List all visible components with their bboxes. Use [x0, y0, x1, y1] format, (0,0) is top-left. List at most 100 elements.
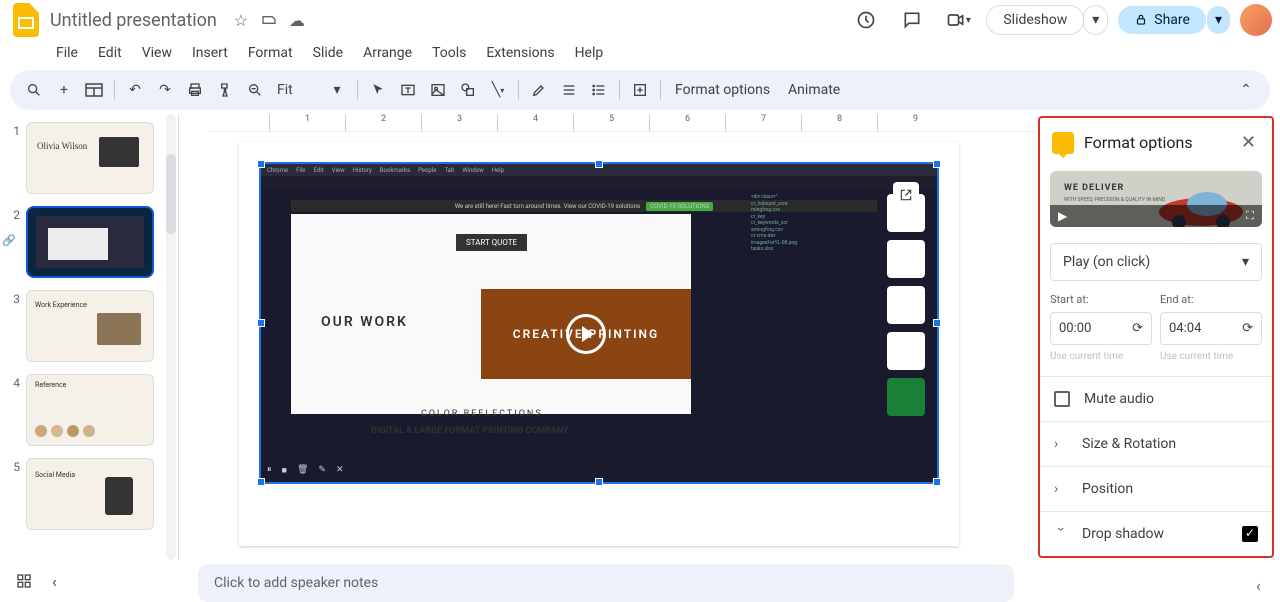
slide-thumbnail-3[interactable]: Work Experience	[26, 290, 154, 362]
print-button[interactable]	[181, 76, 209, 104]
refresh-icon[interactable]: ⟳	[1242, 321, 1253, 336]
user-avatar[interactable]	[1240, 4, 1272, 36]
start-time-input[interactable]: 00:00 ⟳	[1050, 312, 1152, 345]
vertical-ruler	[179, 132, 209, 560]
pen-tool[interactable]	[525, 76, 553, 104]
close-icon: ✕	[336, 465, 344, 476]
zoom-dropdown[interactable]: ▾	[323, 76, 351, 104]
slide-thumbnail-5[interactable]: Social Media	[26, 458, 154, 530]
end-time-input[interactable]: 04:04 ⟳	[1160, 312, 1262, 345]
insert-tool[interactable]	[626, 76, 654, 104]
trash-icon: 🗑	[297, 465, 308, 476]
pause-icon: ⏸	[267, 465, 272, 476]
refresh-icon[interactable]: ⟳	[1132, 321, 1143, 336]
format-options-panel: Format options ✕ WE DELIVER WITH SPEED, …	[1038, 116, 1274, 558]
start-at-label: Start at:	[1050, 293, 1152, 306]
slide-thumbnail-1[interactable]: Olivia Wilson	[26, 122, 154, 194]
meet-icon[interactable]: ▾	[940, 2, 976, 38]
align-tool[interactable]	[555, 76, 583, 104]
menu-edit[interactable]: Edit	[90, 43, 130, 63]
paint-format-button[interactable]	[211, 76, 239, 104]
preview-fullscreen-icon[interactable]: ⛶	[1246, 209, 1254, 223]
menu-file[interactable]: File	[48, 43, 86, 63]
zoom-button[interactable]	[241, 76, 269, 104]
text-box-tool[interactable]	[394, 76, 422, 104]
menu-extensions[interactable]: Extensions	[478, 43, 562, 63]
chevron-down-icon: ▾	[1242, 254, 1249, 270]
horizontal-ruler: 123456789	[209, 114, 1036, 132]
preview-play-icon[interactable]: ▶	[1058, 209, 1067, 223]
footer: ‹	[0, 560, 180, 602]
use-current-hint[interactable]: Use current time	[1050, 351, 1152, 362]
zoom-level[interactable]: Fit	[271, 76, 321, 104]
slide-canvas[interactable]: ChromeFileEditViewHistoryBookmarksPeople…	[239, 142, 959, 546]
slide-number: 1	[6, 122, 20, 194]
slide-thumbnail-4[interactable]: Reference	[26, 374, 154, 446]
image-tool[interactable]	[424, 76, 452, 104]
grid-view-icon[interactable]	[16, 573, 32, 589]
explore-icon[interactable]: ‹	[1256, 576, 1274, 594]
popout-icon[interactable]	[893, 182, 919, 208]
app-header: Untitled presentation ☆ ☁ ▾ Slideshow ▾ …	[0, 0, 1280, 40]
filmstrip-scrollbar[interactable]	[166, 114, 176, 560]
format-options-button[interactable]: Format options	[667, 82, 778, 98]
menu-help[interactable]: Help	[567, 43, 612, 63]
shadow-checkbox[interactable]	[1242, 526, 1258, 542]
pen-icon: ✎	[318, 465, 326, 476]
position-section[interactable]: › Position	[1040, 466, 1272, 511]
slide-thumbnail-2[interactable]	[26, 206, 154, 278]
play-mode-select[interactable]: Play (on click) ▾	[1050, 243, 1262, 281]
speaker-notes[interactable]: Click to add speaker notes	[198, 564, 1014, 602]
video-object[interactable]: ChromeFileEditViewHistoryBookmarksPeople…	[259, 162, 939, 484]
slides-logo[interactable]	[8, 2, 44, 38]
list-tool[interactable]	[585, 76, 613, 104]
slideshow-button[interactable]: Slideshow	[986, 5, 1084, 35]
toolbar: + ↶ ↷ Fit ▾ ╲ ▾ Format options Animate ⌃	[10, 70, 1270, 110]
video-preview[interactable]: WE DELIVER WITH SPEED, PRECISION & QUALI…	[1050, 171, 1262, 227]
panel-title: Format options	[1084, 133, 1227, 152]
line-tool[interactable]: ╲ ▾	[484, 76, 512, 104]
use-current-hint[interactable]: Use current time	[1160, 351, 1262, 362]
cloud-icon[interactable]: ☁	[287, 10, 307, 30]
redo-button[interactable]: ↷	[151, 76, 179, 104]
menu-slide[interactable]: Slide	[305, 43, 351, 63]
menu-arrange[interactable]: Arrange	[355, 43, 420, 63]
mute-checkbox[interactable]	[1054, 391, 1070, 407]
menu-format[interactable]: Format	[240, 43, 301, 63]
chevron-right-icon: ›	[1054, 481, 1068, 497]
doc-title[interactable]: Untitled presentation	[44, 8, 223, 33]
comments-icon[interactable]	[894, 2, 930, 38]
search-icon[interactable]	[20, 76, 48, 104]
slide-number: 5	[6, 458, 20, 530]
menu-insert[interactable]: Insert	[184, 43, 236, 63]
slide-number: 3	[6, 290, 20, 362]
collapse-filmstrip-icon[interactable]: ‹	[52, 572, 57, 591]
drop-shadow-section[interactable]: › Drop shadow	[1040, 511, 1272, 556]
stop-icon: ■	[282, 465, 287, 476]
layout-button[interactable]	[80, 76, 108, 104]
star-icon[interactable]: ☆	[231, 10, 251, 30]
menubar: File Edit View Insert Format Slide Arran…	[0, 40, 1280, 66]
end-at-label: End at:	[1160, 293, 1262, 306]
animate-button[interactable]: Animate	[780, 82, 848, 98]
collapse-toolbar-icon[interactable]: ⌃	[1232, 76, 1260, 104]
share-button[interactable]: Share	[1118, 6, 1206, 34]
mute-audio-row[interactable]: Mute audio	[1040, 377, 1272, 421]
share-label: Share	[1154, 12, 1190, 28]
move-icon[interactable]	[259, 10, 279, 30]
canvas-area[interactable]: 123456789 ChromeFileEditViewHistoryBookm…	[178, 114, 1036, 560]
history-icon[interactable]	[848, 2, 884, 38]
share-dropdown[interactable]: ▾	[1207, 6, 1230, 34]
chevron-right-icon: ›	[1054, 436, 1068, 452]
undo-button[interactable]: ↶	[121, 76, 149, 104]
menu-tools[interactable]: Tools	[424, 43, 474, 63]
select-tool[interactable]	[364, 76, 392, 104]
slideshow-dropdown[interactable]: ▾	[1083, 5, 1108, 35]
shape-tool[interactable]	[454, 76, 482, 104]
close-panel-icon[interactable]: ✕	[1237, 128, 1260, 157]
filmstrip: 1 Olivia Wilson 🔗 2 3 Work Experience 4	[0, 114, 178, 560]
new-slide-button[interactable]: +	[50, 76, 78, 104]
size-rotation-section[interactable]: › Size & Rotation	[1040, 421, 1272, 466]
menu-view[interactable]: View	[134, 43, 180, 63]
slide-number: 4	[6, 374, 20, 446]
